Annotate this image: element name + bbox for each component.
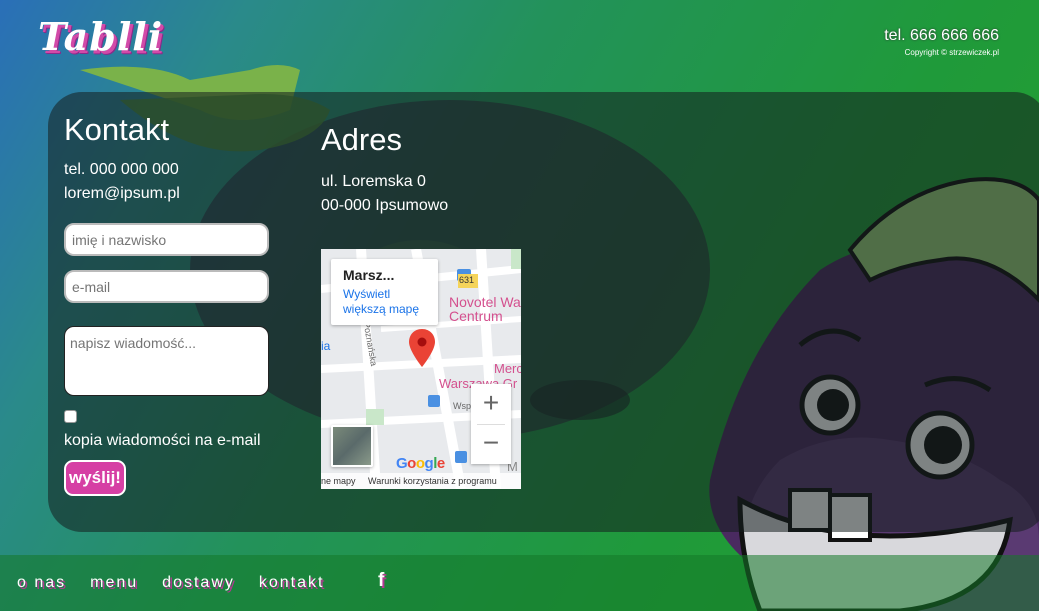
view-larger-map-link[interactable]: Wyświetl większą mapę [343,287,426,317]
address-title: Adres [321,122,402,157]
copyright-text: Copyright © strzewiczek.pl [904,48,999,57]
nav-kontakt[interactable]: kontakt [259,574,325,592]
map-label-edge: ia [321,339,331,353]
address-city: 00-000 Ipsumowo [321,197,449,214]
nav-dostawy[interactable]: dostawy [162,574,235,592]
map-info-card: Marsz... Wyświetl większą mapę [331,259,438,325]
google-map[interactable]: 631 Novotel Wa Centrum Warszawa Gr Merc … [321,249,521,489]
brand-logo[interactable]: Tablli [38,14,163,59]
contact-phone: tel. 000 000 000 [64,161,179,178]
view-larger-map-line2: większą mapę [343,302,420,316]
google-logo: Google [396,455,445,472]
copy-checkbox[interactable] [64,410,77,423]
satellite-toggle-button[interactable] [331,425,373,467]
view-larger-map-line1: Wyświetl [343,287,391,301]
email-field[interactable] [64,270,269,303]
send-button[interactable]: wyślij! [64,460,126,496]
map-pin-icon[interactable] [409,329,435,367]
zoom-out-button[interactable]: − [471,424,511,464]
zoom-divider [477,424,505,425]
name-field[interactable] [64,223,269,256]
copy-checkbox-label: kopia wiadomości na e-mail [64,432,261,449]
address-section: Adres ul. Loremska 0 00-000 Ipsumowo [321,122,541,218]
map-zoom-controls: + − [471,384,511,464]
address-street: ul. Loremska 0 [321,173,426,190]
map-poi-merc: Merc [494,361,521,376]
header-phone[interactable]: tel. 666 666 666 [884,27,999,45]
facebook-icon[interactable]: f [378,570,384,592]
zoom-in-button[interactable]: + [471,384,511,424]
header-contact: tel. 666 666 666 Copyright © strzewiczek… [884,27,999,57]
map-footer: ne mapy Warunki korzystania z programu [321,473,521,489]
message-field[interactable] [64,326,269,396]
contact-email: lorem@ipsum.pl [64,185,180,202]
nav-o-nas[interactable]: o nas [17,574,66,592]
map-terms-link[interactable]: Warunki korzystania z programu [368,476,497,486]
contact-form: Kontakt tel. 000 000 000 lorem@ipsum.pl … [64,112,274,496]
map-street-wsp: Wsp [453,401,471,411]
map-card-title: Marsz... [343,267,395,283]
road-number-label: 631 [459,275,475,285]
footer-nav: o nas menu dostawy kontakt [17,574,348,592]
nav-menu[interactable]: menu [90,574,138,592]
map-poi-centrum: Centrum [449,308,503,324]
map-data-link[interactable]: ne mapy [321,476,356,486]
contact-title: Kontakt [64,112,170,147]
